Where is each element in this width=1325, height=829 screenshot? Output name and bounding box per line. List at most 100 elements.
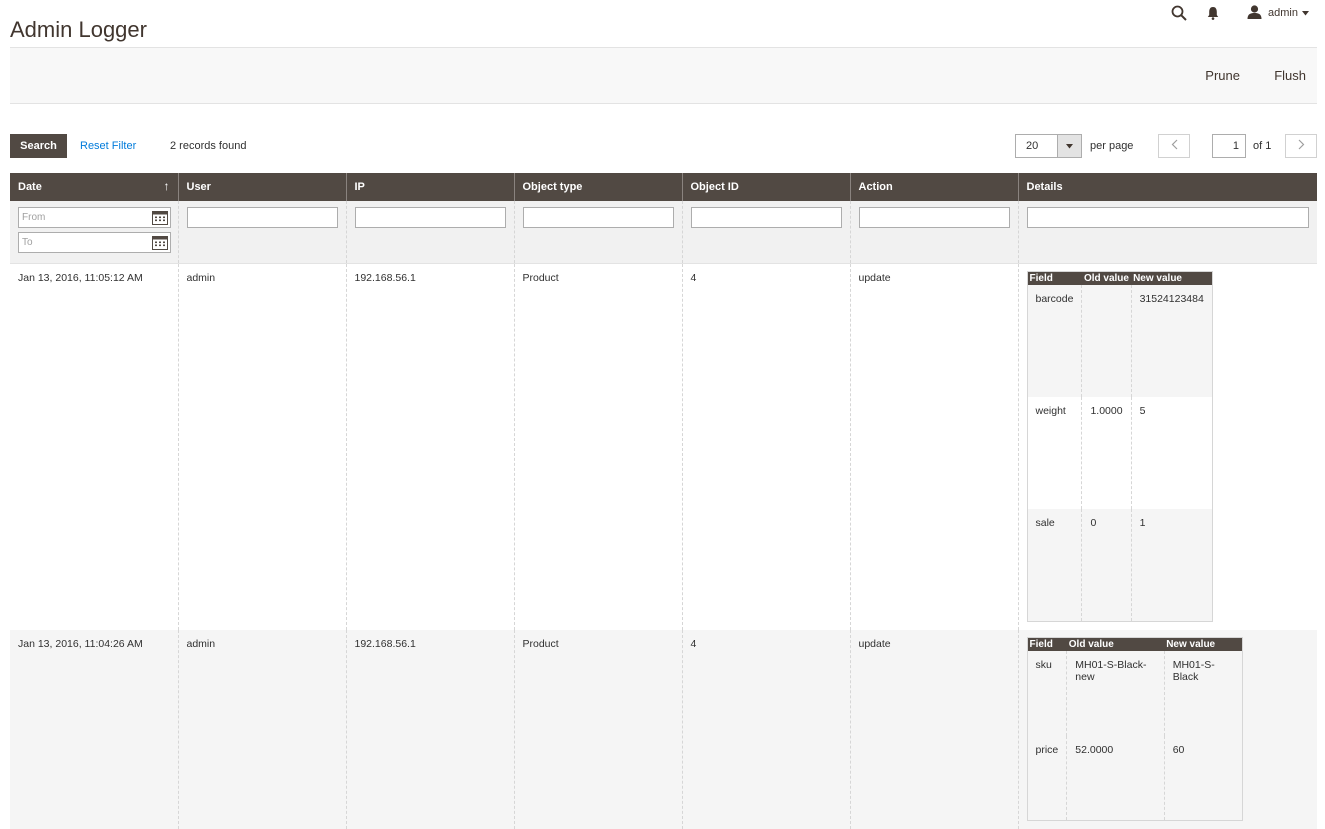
details-new-value: 31524123484	[1131, 285, 1212, 397]
details-new-value: 60	[1164, 736, 1242, 821]
grid-header-row: Date↑ User IP Object type Object ID Acti…	[10, 173, 1317, 201]
records-count: 2 records found	[170, 140, 246, 152]
details-row: price 52.0000 60	[1027, 736, 1242, 821]
filter-ip	[346, 201, 514, 264]
details-header-old: Old value	[1082, 272, 1131, 286]
details-field: sku	[1027, 651, 1067, 736]
cell-details: Field Old value New value barcode 315241…	[1018, 264, 1317, 630]
calendar-icon[interactable]	[152, 235, 168, 253]
column-header-user[interactable]: User	[178, 173, 346, 201]
user-name: admin	[1268, 7, 1298, 19]
previous-page-button[interactable]	[1158, 134, 1190, 158]
details-header-row: Field Old value New value	[1027, 637, 1242, 651]
chevron-left-icon	[1171, 139, 1178, 153]
details-old-value: 0	[1082, 509, 1131, 621]
column-header-date[interactable]: Date↑	[10, 173, 178, 201]
per-page-value: 20	[1016, 135, 1057, 157]
ip-filter-input[interactable]	[355, 207, 506, 228]
column-header-action[interactable]: Action	[850, 173, 1018, 201]
cell-details: Field Old value New value sku MH01-S-Bla…	[1018, 630, 1317, 829]
user-menu[interactable]: admin	[1247, 5, 1309, 22]
search-icon[interactable]	[1171, 5, 1187, 21]
details-field: price	[1027, 736, 1067, 821]
details-old-value	[1082, 285, 1131, 397]
page-number-input[interactable]	[1212, 134, 1246, 158]
reset-filter-link[interactable]: Reset Filter	[80, 140, 136, 152]
page-title: Admin Logger	[10, 17, 147, 43]
filter-object-id	[682, 201, 850, 264]
cell-date: Jan 13, 2016, 11:05:12 AM	[10, 264, 178, 630]
details-row: barcode 31524123484	[1027, 285, 1212, 397]
date-from-field[interactable]: From	[18, 207, 171, 228]
table-row[interactable]: Jan 13, 2016, 11:05:12 AM admin 192.168.…	[10, 264, 1317, 630]
object-type-filter-input[interactable]	[523, 207, 674, 228]
details-field: sale	[1027, 509, 1082, 621]
per-page-label: per page	[1090, 140, 1133, 152]
details-filter-input[interactable]	[1027, 207, 1310, 228]
search-button[interactable]: Search	[10, 134, 67, 158]
per-page-select[interactable]: 20	[1015, 134, 1082, 158]
cell-action: update	[850, 630, 1018, 829]
cell-ip: 192.168.56.1	[346, 630, 514, 829]
sort-up-arrow-icon: ↑	[164, 179, 170, 193]
bell-icon[interactable]	[1207, 6, 1219, 20]
user-filter-input[interactable]	[187, 207, 338, 228]
header-actions: admin	[1171, 3, 1309, 23]
details-table: Field Old value New value sku MH01-S-Bla…	[1027, 637, 1243, 822]
column-header-object-id[interactable]: Object ID	[682, 173, 850, 201]
details-row: sale 0 1	[1027, 509, 1212, 621]
calendar-icon[interactable]	[152, 210, 168, 228]
cell-date: Jan 13, 2016, 11:04:26 AM	[10, 630, 178, 829]
cell-user: admin	[178, 264, 346, 630]
details-header-new: New value	[1131, 272, 1212, 286]
page-actions-bar: Prune Flush	[10, 47, 1317, 104]
object-id-filter-input[interactable]	[691, 207, 842, 228]
cell-object-type: Product	[514, 630, 682, 829]
details-header-row: Field Old value New value	[1027, 272, 1212, 286]
flush-button[interactable]: Flush	[1274, 68, 1306, 83]
cell-object-type: Product	[514, 264, 682, 630]
action-filter-input[interactable]	[859, 207, 1010, 228]
table-row[interactable]: Jan 13, 2016, 11:04:26 AM admin 192.168.…	[10, 630, 1317, 829]
caret-down-icon	[1302, 7, 1309, 19]
details-field: weight	[1027, 397, 1082, 509]
date-to-placeholder: To	[22, 237, 33, 248]
details-new-value: 5	[1131, 397, 1212, 509]
details-field: barcode	[1027, 285, 1082, 397]
column-header-object-type[interactable]: Object type	[514, 173, 682, 201]
next-page-button[interactable]	[1285, 134, 1317, 158]
details-old-value: MH01-S-Black-new	[1067, 651, 1164, 736]
date-to-field[interactable]: To	[18, 232, 171, 253]
details-row: sku MH01-S-Black-new MH01-S-Black	[1027, 651, 1242, 736]
filter-action	[850, 201, 1018, 264]
log-grid: Date↑ User IP Object type Object ID Acti…	[10, 173, 1317, 829]
details-old-value: 1.0000	[1082, 397, 1131, 509]
details-header-new: New value	[1164, 637, 1242, 651]
column-header-details[interactable]: Details	[1018, 173, 1317, 201]
cell-user: admin	[178, 630, 346, 829]
page-total: of 1	[1253, 140, 1271, 152]
user-icon	[1247, 5, 1262, 22]
details-new-value: MH01-S-Black	[1164, 651, 1242, 736]
details-header-field: Field	[1027, 637, 1067, 651]
cell-action: update	[850, 264, 1018, 630]
cell-object-id: 4	[682, 264, 850, 630]
cell-object-id: 4	[682, 630, 850, 829]
filter-date: From To	[10, 201, 178, 264]
details-table: Field Old value New value barcode 315241…	[1027, 271, 1213, 622]
caret-down-icon[interactable]	[1057, 135, 1081, 157]
details-new-value: 1	[1131, 509, 1212, 621]
details-row: weight 1.0000 5	[1027, 397, 1212, 509]
column-header-ip[interactable]: IP	[346, 173, 514, 201]
cell-ip: 192.168.56.1	[346, 264, 514, 630]
filter-object-type	[514, 201, 682, 264]
chevron-right-icon	[1298, 139, 1305, 153]
date-from-placeholder: From	[22, 212, 45, 223]
filter-user	[178, 201, 346, 264]
details-header-field: Field	[1027, 272, 1082, 286]
filter-details	[1018, 201, 1317, 264]
filter-row: From To	[10, 201, 1317, 264]
details-old-value: 52.0000	[1067, 736, 1164, 821]
details-header-old: Old value	[1067, 637, 1164, 651]
prune-button[interactable]: Prune	[1205, 68, 1240, 83]
